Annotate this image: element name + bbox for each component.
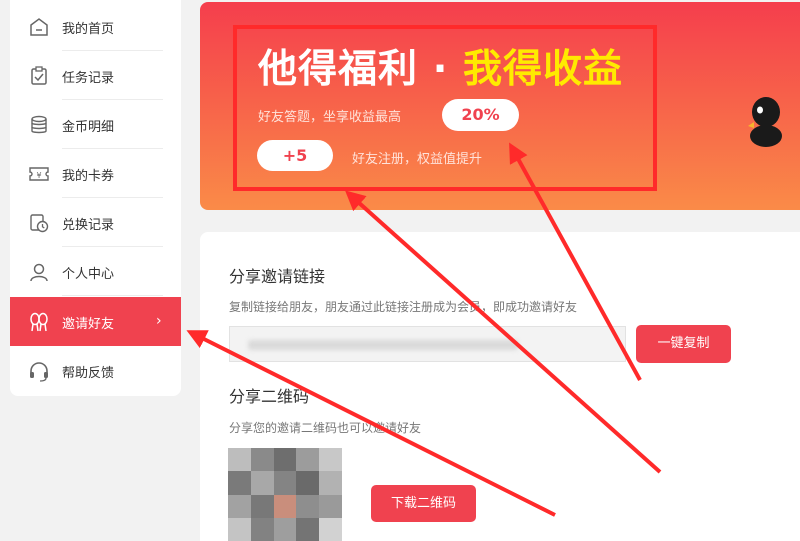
sidebar-item-label: 兑换记录 <box>62 218 115 233</box>
banner-line1-text: 好友答题，坐享收益最高 <box>258 110 402 125</box>
sidebar-item-label: 帮助反馈 <box>62 366 115 381</box>
banner-line2-text: 好友注册，权益值提升 <box>352 152 483 167</box>
qr-code-image <box>228 448 342 541</box>
exchange-history-icon <box>30 214 49 233</box>
banner-headline: 他得福利 · 我得收益 <box>258 38 623 94</box>
sidebar-item-exchange-history[interactable]: 兑换记录 <box>10 198 181 247</box>
share-qr-description: 分享您的邀请二维码也可以邀请好友 <box>229 421 422 435</box>
sidebar-item-help[interactable]: 帮助反馈 <box>10 346 181 395</box>
chevron-right-icon: › <box>156 313 162 329</box>
sidebar-item-home[interactable]: 我的首页 <box>10 2 181 51</box>
share-link-title: 分享邀请链接 <box>229 267 326 286</box>
share-qr-title: 分享二维码 <box>229 387 310 406</box>
download-qr-button[interactable]: 下载二维码 <box>371 485 476 522</box>
task-clipboard-icon <box>31 66 47 85</box>
coins-icon <box>31 115 47 134</box>
headset-icon <box>30 362 48 382</box>
mascot-icon <box>748 97 782 147</box>
banner-reward-badge: 20% <box>442 99 519 131</box>
banner-points-badge: +5 <box>257 140 333 171</box>
sidebar-item-label: 邀请好友 <box>62 317 115 332</box>
user-icon <box>30 263 48 282</box>
invite-friends-icon <box>30 312 48 332</box>
headline-yellow-text: 我得收益 <box>462 47 623 92</box>
svg-text:¥: ¥ <box>36 171 41 180</box>
sidebar-item-label: 个人中心 <box>62 267 115 282</box>
sidebar-item-coupons[interactable]: ¥ 我的卡券 <box>10 149 181 198</box>
divider <box>62 295 163 296</box>
sidebar-item-label: 任务记录 <box>62 71 115 86</box>
sidebar-item-profile[interactable]: 个人中心 <box>10 247 181 296</box>
sidebar: 我的首页 任务记录 金币明细 ¥ 我的卡券 兑换记录 个人中心 邀请好友 › 帮… <box>10 0 181 396</box>
sidebar-item-label: 金币明细 <box>62 120 115 135</box>
blurred-link-text <box>248 340 518 350</box>
sidebar-item-tasks[interactable]: 任务记录 <box>10 51 181 100</box>
sidebar-item-coins[interactable]: 金币明细 <box>10 100 181 149</box>
invite-link-field[interactable] <box>229 326 626 362</box>
sidebar-item-label: 我的首页 <box>62 22 115 37</box>
share-link-description: 复制链接给朋友，朋友通过此链接注册成为会员，即成功邀请好友 <box>229 300 578 314</box>
sidebar-item-label: 我的卡券 <box>62 169 115 184</box>
headline-white-text: 他得福利 · <box>258 47 463 92</box>
coupon-icon: ¥ <box>29 167 49 181</box>
sidebar-item-invite-friends[interactable]: 邀请好友 › <box>10 297 181 346</box>
home-icon <box>30 18 48 36</box>
copy-link-button[interactable]: 一键复制 <box>636 325 731 363</box>
